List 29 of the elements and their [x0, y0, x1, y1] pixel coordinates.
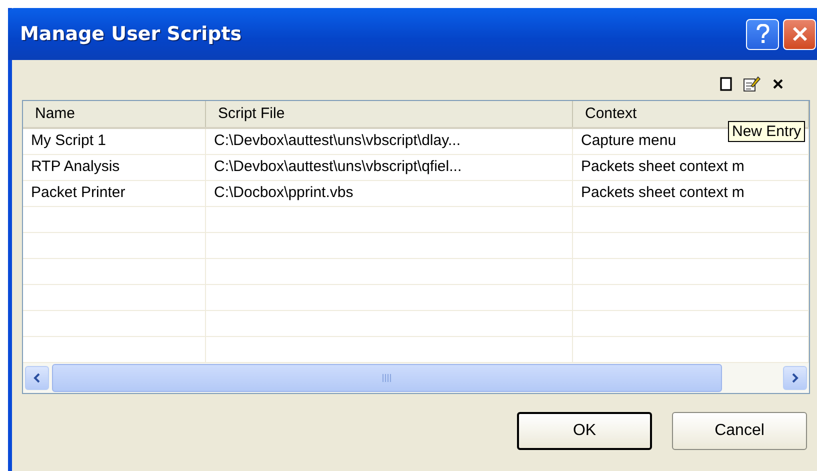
close-button[interactable]	[783, 18, 816, 50]
column-header[interactable]: Script File	[206, 101, 573, 127]
tooltip: New Entry	[728, 121, 806, 142]
close-icon	[792, 26, 808, 42]
table-cell: Packets sheet context m	[573, 181, 809, 206]
scrollbar-thumb[interactable]	[52, 364, 722, 392]
horizontal-scrollbar[interactable]	[23, 363, 809, 393]
blank-page-icon	[720, 77, 732, 91]
dialog-button[interactable]: OK	[517, 412, 652, 450]
delete-icon	[773, 79, 783, 89]
column-header[interactable]: Name	[23, 101, 206, 127]
table-cell: RTP Analysis	[23, 155, 206, 180]
table-cell: C:\Devbox\auttest\uns\vbscript\dlay...	[206, 129, 573, 154]
table-cell: Packet Printer	[23, 181, 206, 206]
chevron-left-icon	[33, 373, 41, 383]
table-cell: C:\Docbox\pprint.vbs	[206, 181, 573, 206]
dialog-button[interactable]: Cancel	[672, 412, 807, 450]
window-title: Manage User Scripts	[20, 23, 243, 45]
edit-entry-button[interactable]	[742, 74, 762, 94]
chevron-right-icon	[791, 373, 799, 383]
help-button[interactable]	[746, 18, 779, 50]
table-cell: Packets sheet context m	[573, 155, 809, 180]
scroll-right-button[interactable]	[783, 366, 807, 390]
table-cell: My Script 1	[23, 129, 206, 154]
table-cell: C:\Devbox\auttest\uns\vbscript\qfiel...	[206, 155, 573, 180]
grip-icon	[382, 374, 392, 382]
scroll-left-button[interactable]	[25, 366, 49, 390]
edit-document-icon	[743, 75, 761, 93]
help-icon	[756, 24, 770, 44]
